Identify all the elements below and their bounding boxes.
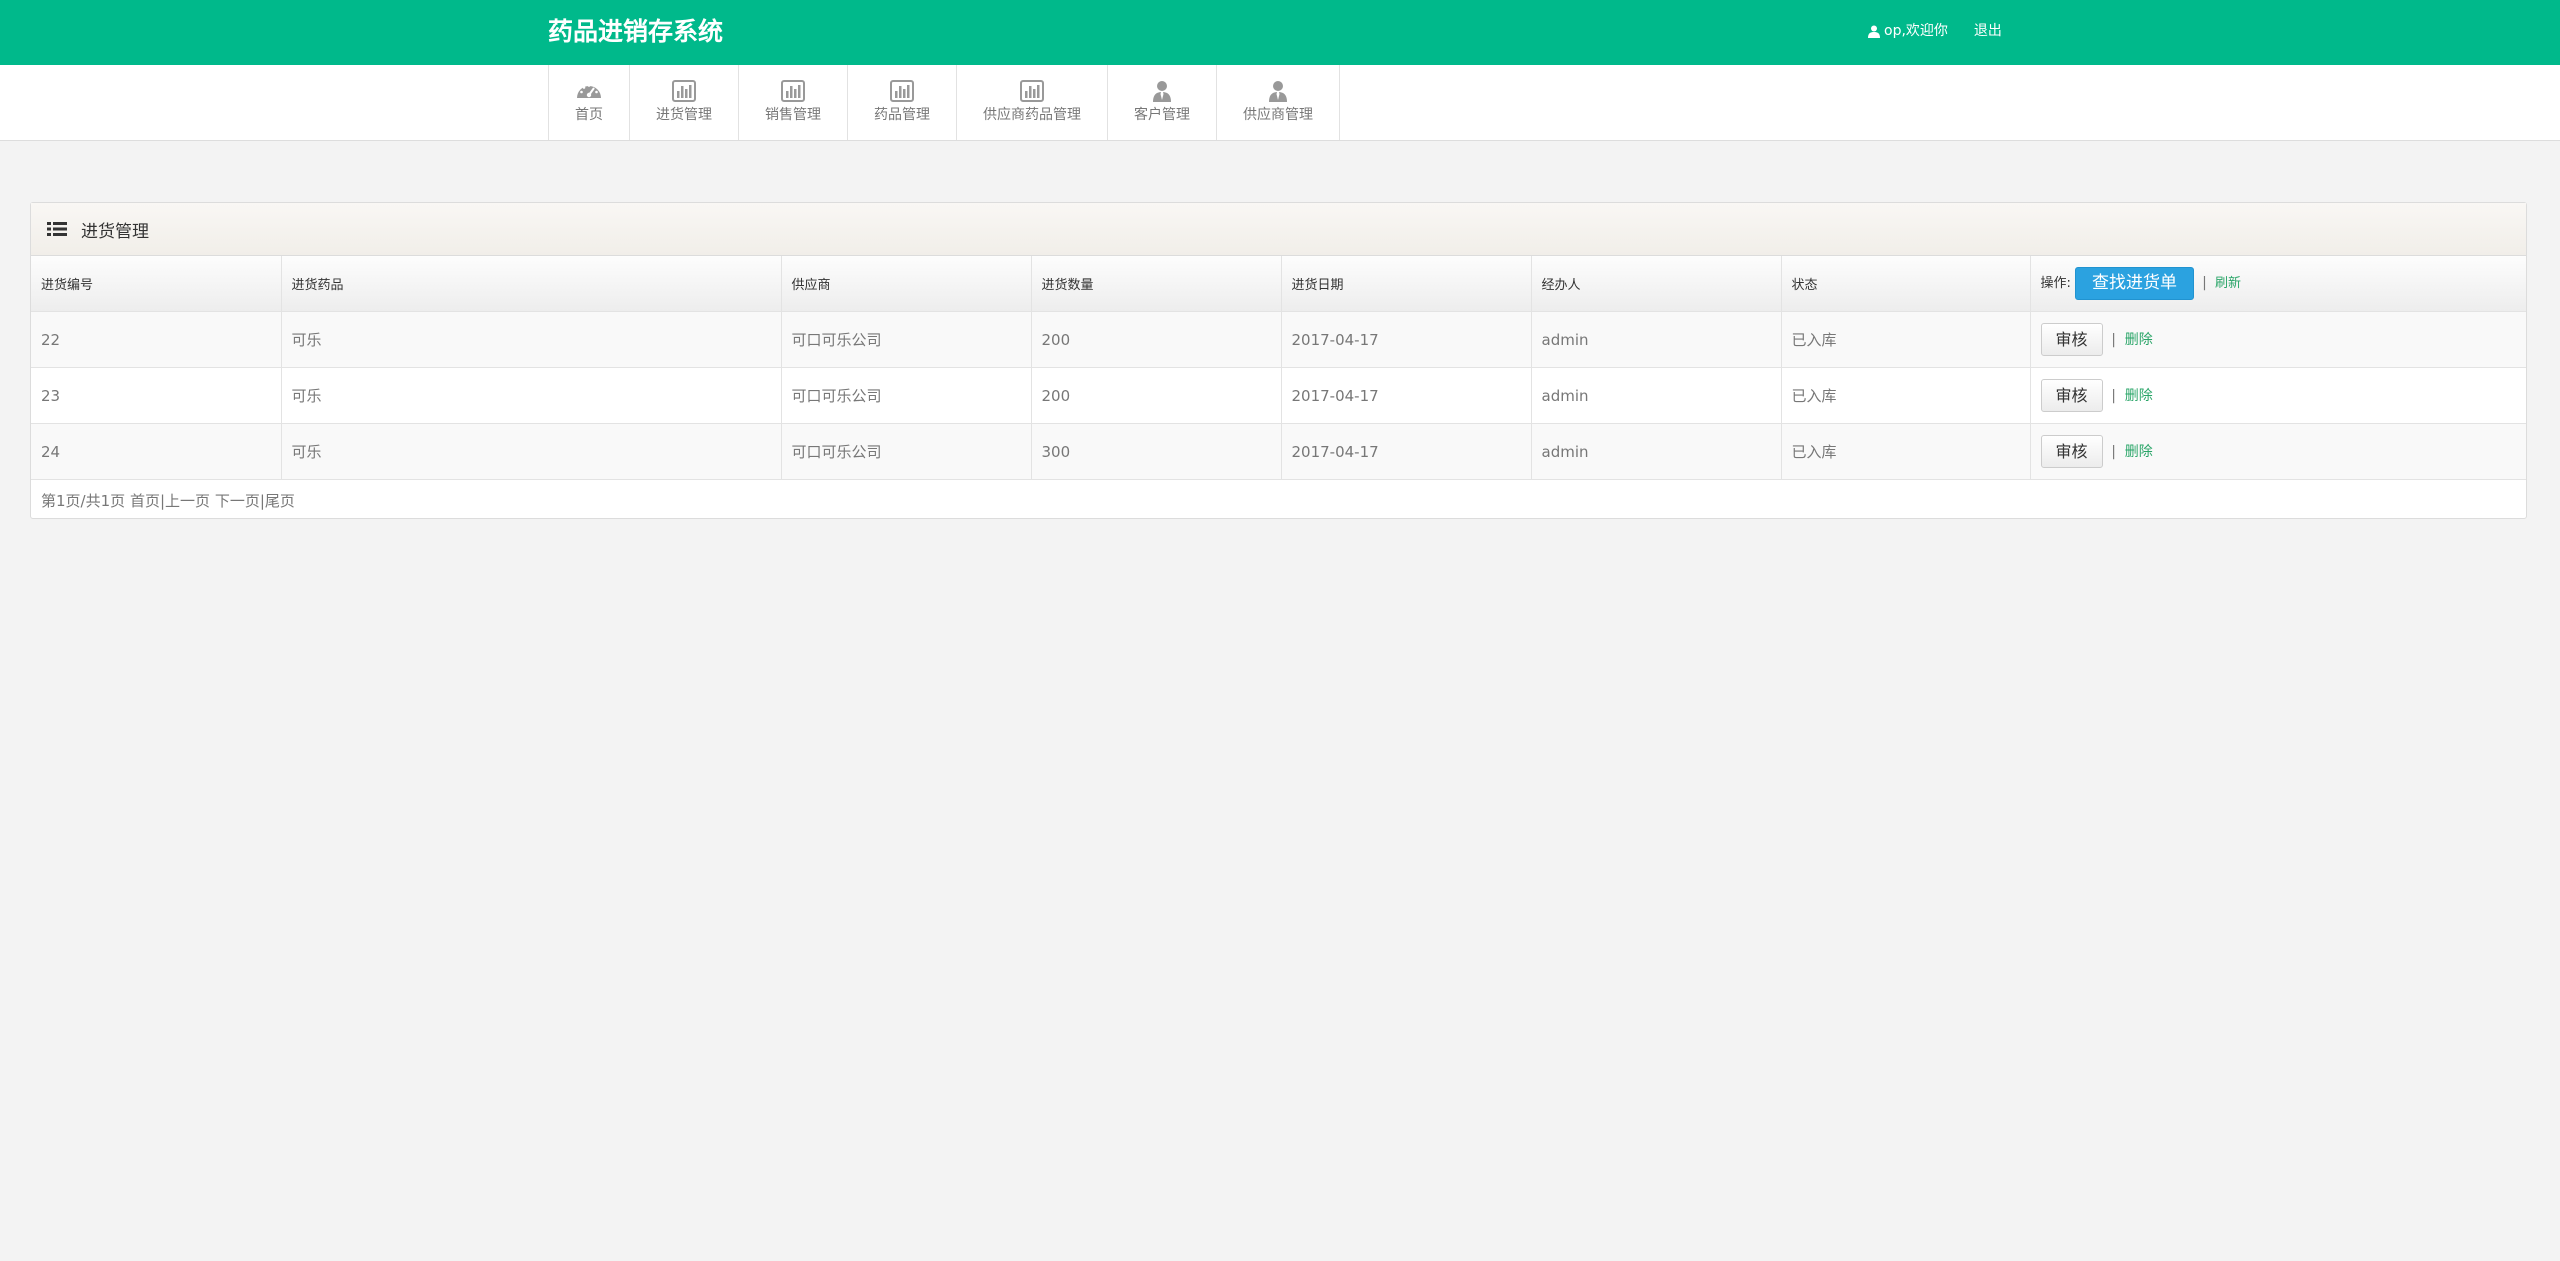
cell-supplier: 可口可乐公司 [781,423,1032,480]
cell-date: 2017-04-17 [1281,367,1532,424]
cell-status: 已入库 [1781,311,2031,368]
separator: | [2111,332,2117,348]
cell-drug: 可乐 [281,423,782,480]
logout-link[interactable]: 退出 [1974,20,2002,42]
find-purchase-button[interactable]: 查找进货单 [2075,267,2195,300]
table-row: 24 可乐 可口可乐公司 300 2017-04-17 admin 已入库 审核… [31,423,2526,480]
purchase-table: 进货编号 进货药品 供应商 进货数量 进货日期 经办人 状态 操作: 查找进货单… [31,256,2526,480]
nav-label: 进货管理 [656,107,712,123]
panel-title: 进货管理 [81,221,149,242]
nav-label: 销售管理 [765,107,821,123]
table-header-row: 进货编号 进货药品 供应商 进货数量 进货日期 经办人 状态 操作: 查找进货单… [31,256,2526,312]
audit-button[interactable]: 审核 [2040,435,2103,468]
cell-qty: 200 [1031,311,1282,368]
cell-handler: admin [1531,311,1782,368]
list-icon [47,222,67,236]
cell-actions: 审核 | 删除 [2030,367,2526,424]
cell-supplier: 可口可乐公司 [781,311,1032,368]
cell-actions: 审核 | 删除 [2030,423,2526,480]
next-page-link[interactable]: 下一页 [215,492,260,510]
prev-page-link[interactable]: 上一页 [165,492,210,510]
user-icon [1868,25,1880,38]
nav-item-sales[interactable]: 销售管理 [739,65,848,140]
dashboard-icon [577,84,601,98]
user-tie-icon [1269,81,1287,102]
bar-chart-icon [1020,80,1044,102]
bar-chart-icon [781,80,805,102]
audit-button[interactable]: 审核 [2040,379,2103,412]
column-header: 经办人 [1531,256,1782,312]
user-tie-icon [1153,81,1171,102]
nav-label: 首页 [575,107,603,123]
cell-date: 2017-04-17 [1281,423,1532,480]
nav-item-home[interactable]: 首页 [549,65,630,140]
delete-link[interactable]: 删除 [2125,388,2153,404]
purchase-panel: 进货管理 进货编号 进货药品 供应商 进货数量 进货日期 经办人 状态 操作: … [30,202,2527,519]
separator: | [2111,444,2117,460]
separator: | [2202,275,2207,291]
refresh-link[interactable]: 刷新 [2215,276,2241,291]
nav-label: 供应商药品管理 [983,107,1081,123]
bar-chart-icon [672,80,696,102]
delete-link[interactable]: 删除 [2125,444,2153,460]
nav-item-customers[interactable]: 客户管理 [1108,65,1217,140]
table-row: 23 可乐 可口可乐公司 200 2017-04-17 admin 已入库 审核… [31,367,2526,424]
first-page-link[interactable]: 首页 [130,492,160,510]
cell-supplier: 可口可乐公司 [781,367,1032,424]
delete-link[interactable]: 删除 [2125,332,2153,348]
nav-label: 客户管理 [1134,107,1190,123]
nav-item-purchase[interactable]: 进货管理 [630,65,739,140]
column-header: 进货数量 [1031,256,1282,312]
cell-id: 24 [31,423,282,480]
actions-header: 操作: 查找进货单 | 刷新 [2030,256,2526,312]
top-header: 药品进销存系统 op,欢迎你 退出 [0,0,2560,65]
cell-date: 2017-04-17 [1281,311,1532,368]
cell-status: 已入库 [1781,367,2031,424]
column-header: 进货药品 [281,256,782,312]
nav-item-supplier-drugs[interactable]: 供应商药品管理 [957,65,1108,140]
column-header: 进货编号 [31,256,282,312]
separator: | [2111,388,2117,404]
cell-handler: admin [1531,423,1782,480]
nav-item-suppliers[interactable]: 供应商管理 [1217,65,1340,140]
bar-chart-icon [890,80,914,102]
page-info: 第1页/共1页 [41,492,126,510]
welcome-text: op,欢迎你 [1884,23,1948,39]
audit-button[interactable]: 审核 [2040,323,2103,356]
column-header: 状态 [1781,256,2031,312]
main-nav: 首页 进货管理 销售管理 药品管理 供应商药品管理 客户管理 供应商管理 [0,65,2560,141]
last-page-link[interactable]: 尾页 [265,492,295,510]
cell-actions: 审核 | 删除 [2030,311,2526,368]
actions-label: 操作: [2040,276,2071,291]
app-title: 药品进销存系统 [548,17,724,46]
column-header: 供应商 [781,256,1032,312]
cell-id: 23 [31,367,282,424]
user-area: op,欢迎你 退出 [1868,20,2002,42]
cell-id: 22 [31,311,282,368]
panel-header: 进货管理 [31,203,2526,256]
cell-status: 已入库 [1781,423,2031,480]
table-row: 22 可乐 可口可乐公司 200 2017-04-17 admin 已入库 审核… [31,311,2526,368]
cell-qty: 300 [1031,423,1282,480]
column-header: 进货日期 [1281,256,1532,312]
nav-label: 药品管理 [874,107,930,123]
cell-drug: 可乐 [281,367,782,424]
cell-drug: 可乐 [281,311,782,368]
nav-item-drugs[interactable]: 药品管理 [848,65,957,140]
nav-label: 供应商管理 [1243,107,1313,123]
cell-qty: 200 [1031,367,1282,424]
cell-handler: admin [1531,367,1782,424]
pagination: 第1页/共1页 首页|上一页 下一页|尾页 [31,480,2526,521]
